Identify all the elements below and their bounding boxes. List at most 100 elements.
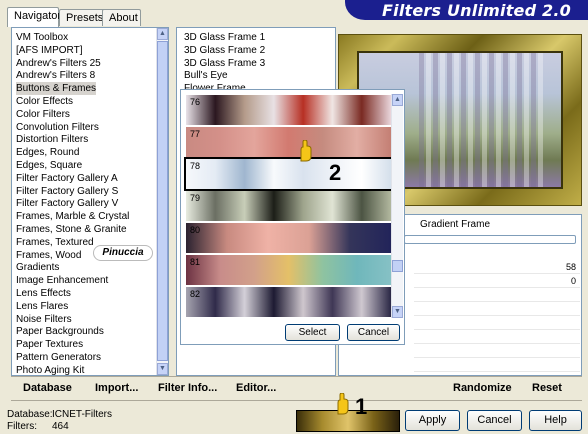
- tab-navigator[interactable]: Navigator: [7, 7, 61, 27]
- gradient-item[interactable]: 82: [186, 287, 391, 317]
- parameter-row[interactable]: [414, 316, 580, 330]
- filter-item[interactable]: 3D Glass Frame 1: [184, 31, 265, 44]
- gradient-swatch: [184, 157, 393, 191]
- parameter-row[interactable]: [414, 358, 580, 372]
- glass-stripe: [426, 53, 431, 187]
- category-item[interactable]: Paper Backgrounds: [16, 325, 104, 338]
- scroll-thumb[interactable]: [157, 41, 168, 361]
- category-item[interactable]: Lens Flares: [16, 300, 68, 313]
- category-item[interactable]: Frames, Textured: [16, 236, 94, 249]
- category-item[interactable]: Edges, Round: [16, 146, 79, 159]
- popup-cancel-button[interactable]: Cancel: [347, 324, 400, 341]
- parameter-row[interactable]: [414, 344, 580, 358]
- glass-stripe: [440, 53, 445, 187]
- category-item[interactable]: Filter Factory Gallery A: [16, 172, 118, 185]
- category-list[interactable]: VM Toolbox [AFS IMPORT] Andrew's Filters 2…: [11, 27, 169, 376]
- gradient-item[interactable]: 79: [186, 191, 391, 221]
- step-number-2: 2: [329, 160, 342, 185]
- category-item[interactable]: Convolution Filters: [16, 121, 99, 134]
- database-value: ICNET-Filters: [52, 409, 112, 420]
- watermark-label: Pinuccia: [93, 245, 153, 261]
- gradient-item[interactable]: 76: [186, 95, 391, 125]
- category-item[interactable]: Andrew's Filters 8: [16, 69, 95, 82]
- category-item[interactable]: Lens Effects: [16, 287, 71, 300]
- category-item[interactable]: Paper Textures: [16, 338, 83, 351]
- tab-presets[interactable]: Presets: [59, 9, 106, 26]
- gradient-item[interactable]: 81: [186, 255, 391, 285]
- glass-stripe: [419, 53, 424, 187]
- gradient-picker-popup[interactable]: 76 77 78 79 80 81 82 ▲ ▼ Select Cancel: [180, 89, 405, 345]
- category-item[interactable]: Buttons & Frames: [16, 82, 97, 96]
- category-item[interactable]: Filter Factory Gallery V: [16, 197, 118, 210]
- filters-label: Filters:: [7, 421, 37, 432]
- glass-stripe: [454, 53, 459, 187]
- help-button[interactable]: Help: [529, 410, 582, 431]
- category-item[interactable]: Pattern Generators: [16, 351, 101, 364]
- category-item[interactable]: Andrew's Filters 25: [16, 57, 101, 70]
- category-item[interactable]: Frames, Wood: [16, 249, 81, 262]
- parameter-value-1[interactable]: 58: [414, 260, 580, 274]
- glass-stripe: [531, 53, 536, 187]
- category-item[interactable]: Frames, Stone & Granite: [16, 223, 127, 236]
- scroll-up-button[interactable]: ▲: [392, 94, 403, 106]
- filter-item[interactable]: Bull's Eye: [184, 69, 228, 82]
- gradient-swatch: [186, 223, 391, 253]
- gradient-number: 80: [190, 225, 201, 235]
- parameter-row[interactable]: [414, 288, 580, 302]
- gradient-swatch: [186, 191, 391, 221]
- category-item[interactable]: [AFS IMPORT]: [16, 44, 83, 57]
- gradient-number: 79: [190, 193, 201, 203]
- category-item[interactable]: Color Effects: [16, 95, 73, 108]
- cancel-button[interactable]: Cancel: [467, 410, 522, 431]
- glass-stripe: [482, 53, 487, 187]
- select-button[interactable]: Select: [285, 324, 340, 341]
- reset-button[interactable]: Reset: [532, 382, 562, 394]
- divider: [11, 400, 582, 401]
- gradient-item[interactable]: 78: [184, 157, 393, 191]
- filter-info-button[interactable]: Filter Info...: [158, 382, 217, 394]
- parameter-row[interactable]: [414, 330, 580, 344]
- gradient-item[interactable]: 77: [186, 127, 391, 157]
- parameter-value-2[interactable]: 0: [414, 274, 580, 288]
- category-item[interactable]: Color Filters: [16, 108, 70, 121]
- parameter-row[interactable]: [414, 302, 580, 316]
- editor-button[interactable]: Editor...: [236, 382, 276, 394]
- gradient-item[interactable]: 80: [186, 223, 391, 253]
- database-button[interactable]: Database: [23, 382, 72, 394]
- filters-count: 464: [52, 421, 69, 432]
- glass-stripe: [538, 53, 543, 187]
- category-scrollbar[interactable]: ▲ ▼: [156, 28, 168, 375]
- apply-button[interactable]: Apply: [405, 410, 460, 431]
- glass-stripe: [468, 53, 473, 187]
- glass-stripe: [496, 53, 501, 187]
- scroll-down-button[interactable]: ▼: [392, 306, 403, 318]
- glass-stripe: [503, 53, 508, 187]
- scroll-up-button[interactable]: ▲: [157, 28, 168, 40]
- category-item[interactable]: Noise Filters: [16, 313, 72, 326]
- category-item[interactable]: Edges, Square: [16, 159, 82, 172]
- category-item[interactable]: Image Enhancement: [16, 274, 108, 287]
- category-item[interactable]: Gradients: [16, 261, 59, 274]
- filter-item[interactable]: 3D Glass Frame 2: [184, 44, 265, 57]
- gradient-swatch: [186, 255, 391, 285]
- filter-item[interactable]: 3D Glass Frame 3: [184, 57, 265, 70]
- category-item[interactable]: Frames, Marble & Crystal: [16, 210, 129, 223]
- gradient-swatch: [186, 127, 391, 157]
- glass-stripe: [510, 53, 515, 187]
- category-item[interactable]: Filter Factory Gallery S: [16, 185, 118, 198]
- tab-about[interactable]: About: [102, 9, 141, 26]
- randomize-button[interactable]: Randomize: [453, 382, 512, 394]
- glass-stripe: [461, 53, 466, 187]
- scroll-thumb[interactable]: [392, 260, 403, 272]
- category-item[interactable]: VM Toolbox: [16, 31, 68, 44]
- category-item[interactable]: Distortion Filters: [16, 133, 88, 146]
- glass-stripe: [489, 53, 494, 187]
- category-item[interactable]: Photo Aging Kit: [16, 364, 84, 377]
- scroll-down-button[interactable]: ▼: [157, 363, 168, 375]
- divider: [11, 376, 582, 377]
- gradient-scrollbar[interactable]: ▲ ▼: [391, 94, 403, 318]
- hand-pointer-icon: [298, 139, 314, 162]
- parameter-slider[interactable]: [404, 235, 576, 244]
- import-button[interactable]: Import...: [95, 382, 138, 394]
- hand-pointer-icon: [335, 392, 351, 415]
